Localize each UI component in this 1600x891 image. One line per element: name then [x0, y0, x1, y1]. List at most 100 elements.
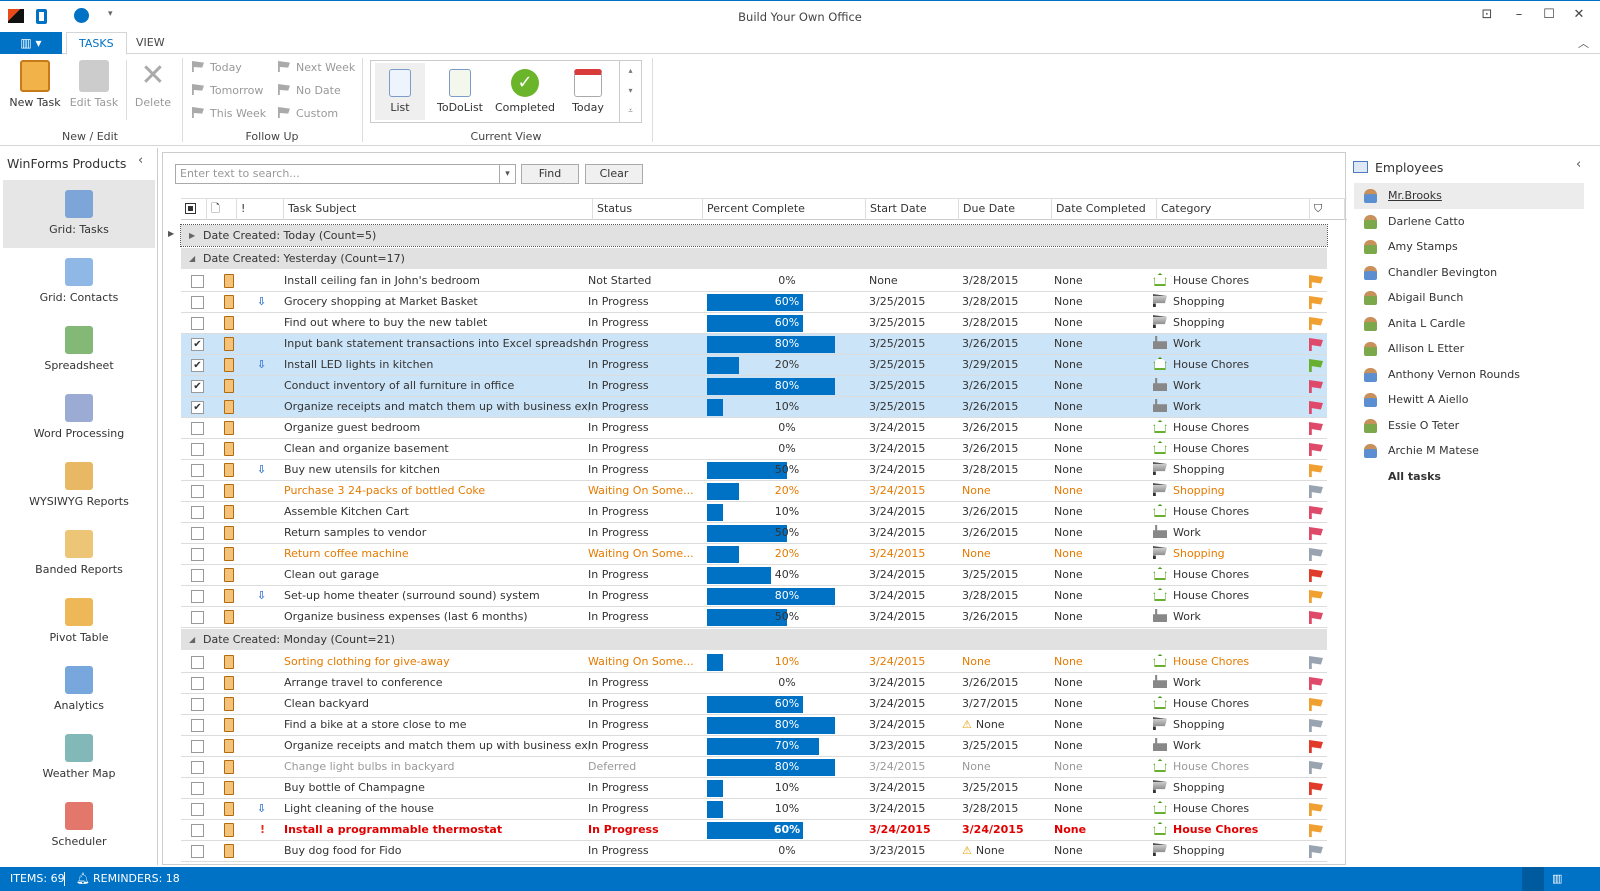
- nav-item-pivot-table[interactable]: Pivot Table: [3, 588, 155, 656]
- table-row[interactable]: ✔ Organize receipts and match them up wi…: [181, 397, 1327, 418]
- pink-flag-icon[interactable]: [1309, 380, 1323, 393]
- view-today-button[interactable]: Today: [561, 63, 615, 114]
- column-category[interactable]: Category: [1157, 199, 1310, 220]
- table-row[interactable]: Install ceiling fan in John's bedroom No…: [181, 271, 1327, 292]
- row-checkbox[interactable]: [191, 485, 204, 498]
- all-tasks-link[interactable]: All tasks: [1354, 464, 1584, 490]
- close-button[interactable]: ✕: [1568, 7, 1590, 25]
- tab-view[interactable]: VIEW: [124, 32, 177, 55]
- column-status[interactable]: Status: [593, 199, 703, 220]
- flag-filter-icon[interactable]: ⛉: [1310, 199, 1345, 220]
- red-flag-icon[interactable]: [1309, 740, 1323, 753]
- follow-up-today[interactable]: Today: [192, 58, 242, 78]
- table-row[interactable]: ⇩ Grocery shopping at Market Basket In P…: [181, 292, 1327, 313]
- table-row[interactable]: ⇩ Buy new utensils for kitchen In Progre…: [181, 460, 1327, 481]
- row-checkbox[interactable]: [191, 782, 204, 795]
- table-row[interactable]: Find out where to buy the new tablet In …: [181, 313, 1327, 334]
- table-row[interactable]: Find a bike at a store close to me In Pr…: [181, 715, 1327, 736]
- employee-item[interactable]: Hewitt A Aiello: [1354, 387, 1584, 413]
- column-date-completed[interactable]: Date Completed: [1052, 199, 1157, 220]
- pink-flag-icon[interactable]: [1309, 527, 1323, 540]
- table-row[interactable]: Organize guest bedroom In Progress 0% 3/…: [181, 418, 1327, 439]
- employee-item[interactable]: Abigail Bunch: [1354, 285, 1584, 311]
- collapse-group-icon[interactable]: ◢: [189, 629, 195, 650]
- follow-up-custom[interactable]: Custom: [278, 104, 338, 124]
- pink-flag-icon[interactable]: [1309, 422, 1323, 435]
- employee-item[interactable]: Mr.Brooks: [1354, 183, 1584, 209]
- column-due-date[interactable]: Due Date: [959, 199, 1052, 220]
- row-checkbox[interactable]: ✔: [191, 380, 204, 393]
- row-checkbox[interactable]: [191, 719, 204, 732]
- view-completed-button[interactable]: ✓ Completed: [493, 63, 557, 114]
- pink-flag-icon[interactable]: [1309, 506, 1323, 519]
- nav-item-weather-map[interactable]: Weather Map: [3, 724, 155, 792]
- pink-flag-icon[interactable]: [1309, 401, 1323, 414]
- row-checkbox[interactable]: ✔: [191, 401, 204, 414]
- gray-flag-icon[interactable]: [1309, 845, 1323, 858]
- row-checkbox[interactable]: [191, 590, 204, 603]
- red-flag-icon[interactable]: [1309, 782, 1323, 795]
- new-task-button[interactable]: New Task: [8, 60, 62, 109]
- row-checkbox[interactable]: [191, 527, 204, 540]
- row-checkbox[interactable]: [191, 656, 204, 669]
- row-checkbox[interactable]: [191, 464, 204, 477]
- collapse-panel-icon[interactable]: ‹: [138, 153, 143, 168]
- edit-task-button[interactable]: Edit Task: [66, 60, 122, 109]
- group-row[interactable]: ◢ Date Created: Monday (Count=21): [181, 629, 1327, 650]
- normal-view-button[interactable]: [1522, 867, 1544, 891]
- table-row[interactable]: Clean out garage In Progress 40% 3/24/20…: [181, 565, 1327, 586]
- maximize-button[interactable]: ☐: [1538, 7, 1560, 25]
- expand-group-icon[interactable]: ▶: [189, 225, 195, 246]
- table-row[interactable]: Assemble Kitchen Cart In Progress 10% 3/…: [181, 502, 1327, 523]
- table-row[interactable]: Buy dog food for Fido In Progress 0% 3/2…: [181, 841, 1327, 862]
- orange-flag-icon[interactable]: [1309, 296, 1323, 309]
- row-checkbox[interactable]: [191, 611, 204, 624]
- table-row[interactable]: Organize receipts and match them up with…: [181, 736, 1327, 757]
- table-row[interactable]: Return samples to vendor In Progress 50%…: [181, 523, 1327, 544]
- table-row[interactable]: ✔ Input bank statement transactions into…: [181, 334, 1327, 355]
- type-column-icon[interactable]: 🗋: [207, 199, 237, 220]
- orange-flag-icon[interactable]: [1309, 803, 1323, 816]
- pink-flag-icon[interactable]: [1309, 611, 1323, 624]
- employee-item[interactable]: Amy Stamps: [1354, 234, 1584, 260]
- table-row[interactable]: ✔ ⇩ Install LED lights in kitchen In Pro…: [181, 355, 1327, 376]
- nav-item-scheduler[interactable]: Scheduler: [3, 792, 155, 860]
- red-flag-icon[interactable]: [1309, 569, 1323, 582]
- follow-up-this-week[interactable]: This Week: [192, 104, 266, 124]
- row-checkbox[interactable]: [191, 761, 204, 774]
- minimize-button[interactable]: –: [1508, 7, 1530, 25]
- view-list-button[interactable]: List: [375, 63, 425, 120]
- nav-item-grid-tasks[interactable]: Grid: Tasks: [3, 180, 155, 248]
- row-checkbox[interactable]: [191, 569, 204, 582]
- row-checkbox[interactable]: [191, 740, 204, 753]
- table-row[interactable]: Arrange travel to conference In Progress…: [181, 673, 1327, 694]
- column-percent-complete[interactable]: Percent Complete: [703, 199, 866, 220]
- nav-item-banded-reports[interactable]: Banded Reports: [3, 520, 155, 588]
- view-todolist-button[interactable]: ToDoList: [431, 63, 489, 114]
- column-start-date[interactable]: Start Date: [866, 199, 959, 220]
- follow-up-tomorrow[interactable]: Tomorrow: [192, 81, 263, 101]
- gray-flag-icon[interactable]: [1309, 719, 1323, 732]
- pink-flag-icon[interactable]: [1309, 443, 1323, 456]
- table-row[interactable]: Buy bottle of Champagne In Progress 10% …: [181, 778, 1327, 799]
- row-checkbox[interactable]: [191, 296, 204, 309]
- orange-flag-icon[interactable]: [1309, 590, 1323, 603]
- gray-flag-icon[interactable]: [1309, 548, 1323, 561]
- select-all-checkbox[interactable]: [181, 199, 207, 220]
- reading-view-button[interactable]: ▥: [1552, 867, 1562, 891]
- nav-item-analytics[interactable]: Analytics: [3, 656, 155, 724]
- gray-flag-icon[interactable]: [1309, 485, 1323, 498]
- delete-button[interactable]: ✕ Delete: [130, 60, 176, 110]
- table-row[interactable]: ! Install a programmable thermostat In P…: [181, 820, 1327, 841]
- employee-item[interactable]: Darlene Catto: [1354, 209, 1584, 235]
- pink-flag-icon[interactable]: [1309, 338, 1323, 351]
- table-row[interactable]: Organize business expenses (last 6 month…: [181, 607, 1327, 628]
- table-row[interactable]: Purchase 3 24-packs of bottled Coke Wait…: [181, 481, 1327, 502]
- row-checkbox[interactable]: [191, 443, 204, 456]
- collapse-group-icon[interactable]: ◢: [189, 248, 195, 269]
- clear-button[interactable]: Clear: [585, 164, 643, 184]
- gray-flag-icon[interactable]: [1309, 656, 1323, 669]
- find-button[interactable]: Find: [521, 164, 579, 184]
- group-row[interactable]: ▶ Date Created: Today (Count=5): [180, 224, 1328, 247]
- row-checkbox[interactable]: [191, 317, 204, 330]
